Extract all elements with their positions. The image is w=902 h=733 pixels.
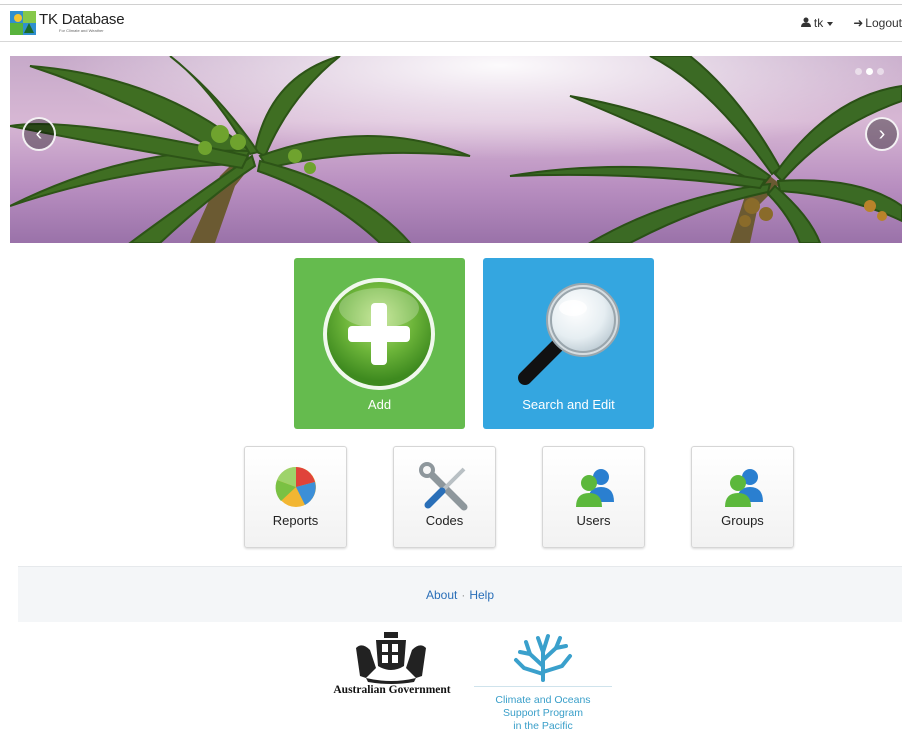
australian-government-logo: Australian Government <box>326 628 458 700</box>
about-link[interactable]: About <box>426 588 457 602</box>
palm-trees-image <box>10 56 902 243</box>
australian-government-text: Australian Government <box>333 684 451 696</box>
carousel-indicators <box>855 68 884 75</box>
footer-bar: About · Help <box>18 566 902 622</box>
logout-label: Logout <box>865 16 902 30</box>
help-link[interactable]: Help <box>469 588 494 602</box>
search-tile-label: Search and Edit <box>522 397 615 412</box>
hero-carousel: ‹ › <box>10 56 902 243</box>
brand-title: TK Database <box>39 11 125 28</box>
add-tile-label: Add <box>367 397 392 412</box>
footer-separator: · <box>461 588 466 602</box>
reports-label: Reports <box>272 513 319 528</box>
chevron-left-icon: ‹ <box>35 122 43 145</box>
wrench-screwdriver-icon <box>419 462 468 511</box>
coat-of-arms-icon <box>356 632 426 684</box>
carousel-indicator-2[interactable] <box>866 68 873 75</box>
sign-out-icon: ➜ <box>853 16 864 30</box>
groups-tile-button[interactable]: Groups <box>691 446 794 548</box>
user-menu-dropdown[interactable]: tk <box>800 16 834 30</box>
codes-label: Codes <box>425 513 464 528</box>
search-and-edit-tile-button[interactable]: Search and Edit <box>483 258 654 429</box>
carousel-indicator-1[interactable] <box>855 68 862 75</box>
codes-tile-button[interactable]: Codes <box>393 446 496 548</box>
program-name-line-1: Climate and Oceans <box>495 694 591 706</box>
coral-icon <box>514 634 572 682</box>
reports-tile-button[interactable]: Reports <box>244 446 347 548</box>
user-name: tk <box>813 16 824 30</box>
brand-home-link[interactable]: TK Database For Climate and Weather <box>10 11 125 39</box>
groups-icon <box>725 469 763 507</box>
program-name-line-3: in the Pacific <box>513 720 573 732</box>
groups-label: Groups <box>721 513 764 528</box>
top-navbar: TK Database For Climate and Weather tk ➜… <box>0 4 902 42</box>
users-tile-button[interactable]: Users <box>542 446 645 548</box>
users-icon <box>576 469 614 507</box>
carousel-next-button[interactable]: › <box>865 117 899 151</box>
program-name-line-2: Support Program <box>503 707 583 719</box>
caret-down-icon <box>827 21 834 26</box>
pie-chart-icon <box>275 466 316 507</box>
brand-subtitle: For Climate and Weather <box>59 28 104 33</box>
user-icon <box>800 17 811 30</box>
carousel-indicator-3[interactable] <box>877 68 884 75</box>
logout-link[interactable]: ➜ Logout <box>853 16 902 30</box>
add-tile-button[interactable]: Add <box>294 258 465 429</box>
app-logo-icon <box>10 11 36 35</box>
chevron-right-icon: › <box>878 122 886 145</box>
carousel-prev-button[interactable]: ‹ <box>22 117 56 151</box>
climate-oceans-program-logo: Climate and Oceans Support Program in th… <box>474 630 612 733</box>
program-divider <box>474 686 612 687</box>
users-label: Users <box>576 513 611 528</box>
